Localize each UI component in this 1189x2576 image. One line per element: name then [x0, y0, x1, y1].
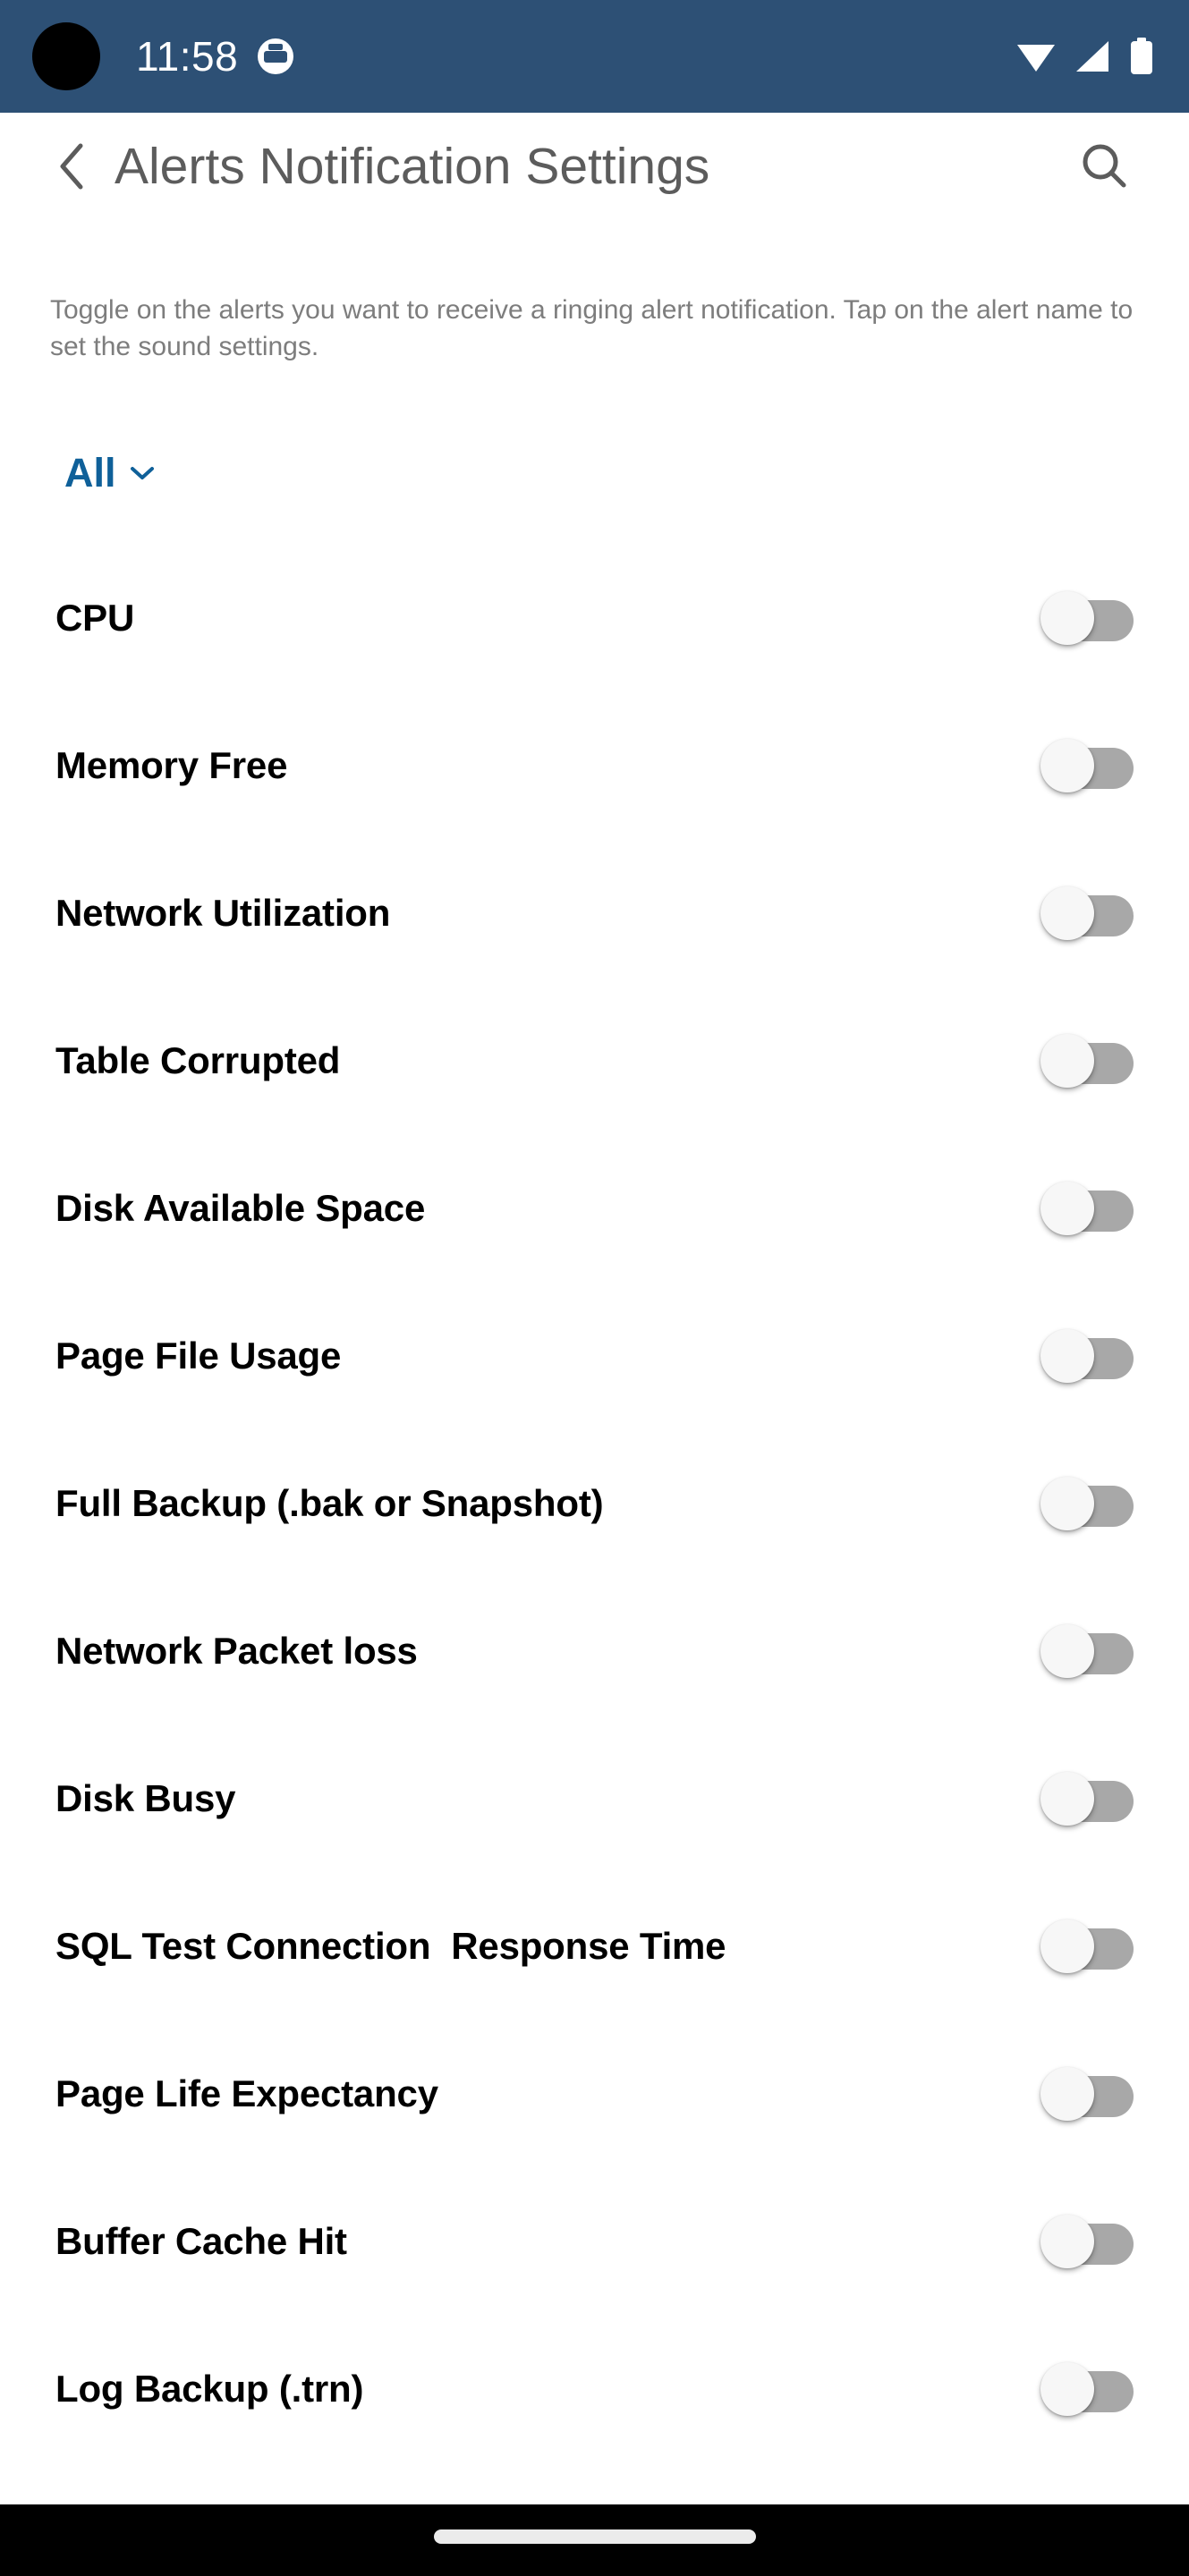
back-button[interactable] — [36, 131, 107, 202]
alert-toggle[interactable] — [1040, 2361, 1134, 2416]
navigation-bar — [0, 2504, 1189, 2576]
chevron-left-icon — [60, 143, 83, 190]
alert-label: Full Backup (.bak or Snapshot) — [55, 1481, 604, 1524]
toggle-knob — [1040, 1181, 1094, 1235]
alert-row[interactable]: Disk Busy — [0, 1724, 1189, 1872]
status-bar-right — [1015, 38, 1153, 75]
status-bar-clock: 11:58 — [136, 33, 239, 80]
alert-row[interactable]: Network Utilization — [0, 839, 1189, 987]
alert-toggle[interactable] — [1040, 1623, 1134, 1678]
cellular-signal-icon — [1076, 41, 1108, 72]
app-header: Alerts Notification Settings — [0, 113, 1189, 220]
toggle-knob — [1040, 1476, 1094, 1530]
toggle-knob — [1040, 1919, 1094, 1973]
description-text: Toggle on the alerts you want to receive… — [50, 295, 1134, 361]
home-gesture-pill[interactable] — [433, 2529, 756, 2544]
alert-label: Network Packet loss — [55, 1629, 418, 1672]
alert-row[interactable]: SQL Test Connection Response Time — [0, 1872, 1189, 2020]
toggle-knob — [1040, 590, 1094, 645]
alert-toggle[interactable] — [1040, 2066, 1134, 2121]
search-icon — [1083, 144, 1126, 188]
alert-row[interactable]: Memory Free — [0, 691, 1189, 839]
wifi-icon — [1017, 45, 1055, 72]
filter-dropdown[interactable]: All — [64, 453, 156, 493]
alert-label: Disk Busy — [55, 1776, 236, 1819]
alert-toggle[interactable] — [1040, 1328, 1134, 1383]
alert-toggle[interactable] — [1040, 1476, 1134, 1530]
alert-label: Buffer Cache Hit — [55, 2219, 347, 2262]
alert-label: Network Utilization — [55, 891, 391, 934]
alert-toggle[interactable] — [1040, 738, 1134, 792]
alert-row[interactable]: Network Packet loss — [0, 1577, 1189, 1724]
alert-label: Log Backup (.trn) — [55, 2367, 364, 2410]
alert-row[interactable]: Buffer Cache Hit — [0, 2167, 1189, 2315]
alert-row[interactable]: Disk Available Space — [0, 1134, 1189, 1282]
status-bar-left: 11:58 — [136, 32, 294, 80]
alert-toggle[interactable] — [1040, 2214, 1134, 2268]
alert-toggle[interactable] — [1040, 1771, 1134, 1826]
toggle-knob — [1040, 1033, 1094, 1088]
alert-label: Table Corrupted — [55, 1038, 341, 1081]
toggle-knob — [1040, 886, 1094, 940]
alert-toggle[interactable] — [1040, 590, 1134, 645]
alert-label: Memory Free — [55, 743, 288, 786]
toggle-knob — [1040, 2066, 1094, 2121]
toggle-knob — [1040, 1328, 1094, 1383]
toggle-knob — [1040, 2361, 1094, 2416]
alert-row[interactable]: Log Backup (.trn) — [0, 2315, 1189, 2462]
toggle-knob — [1040, 1623, 1094, 1678]
notification-badge-icon — [258, 38, 294, 74]
alert-row[interactable]: Page File Usage — [0, 1282, 1189, 1429]
alert-label: Page Life Expectancy — [55, 2072, 438, 2114]
alert-toggle[interactable] — [1040, 886, 1134, 940]
toggle-knob — [1040, 2214, 1094, 2268]
alert-toggle[interactable] — [1040, 1919, 1134, 1973]
alert-row[interactable]: CPU — [0, 544, 1189, 691]
camera-cutout — [32, 22, 100, 90]
status-bar: 11:58 — [0, 0, 1189, 113]
alert-label: Disk Available Space — [55, 1186, 426, 1229]
alert-row[interactable]: Full Backup (.bak or Snapshot) — [0, 1429, 1189, 1577]
toggle-knob — [1040, 1771, 1094, 1826]
alert-toggle[interactable] — [1040, 1033, 1134, 1088]
alerts-list: CPU Memory Free Network Utilization Table C… — [0, 544, 1189, 2462]
alert-label: Page File Usage — [55, 1334, 342, 1377]
alert-label: CPU — [55, 596, 135, 639]
alert-label: SQL Test Connection Response Time — [55, 1924, 726, 1967]
alert-toggle[interactable] — [1040, 1181, 1134, 1235]
toggle-knob — [1040, 738, 1094, 792]
chevron-down-icon — [130, 466, 154, 479]
page-title: Alerts Notification Settings — [115, 137, 710, 195]
battery-full-icon — [1131, 38, 1152, 74]
alert-row[interactable]: Table Corrupted — [0, 987, 1189, 1134]
alert-row[interactable]: Page Life Expectancy — [0, 2020, 1189, 2167]
filter-label: All — [64, 450, 116, 496]
search-button[interactable] — [1069, 131, 1141, 202]
